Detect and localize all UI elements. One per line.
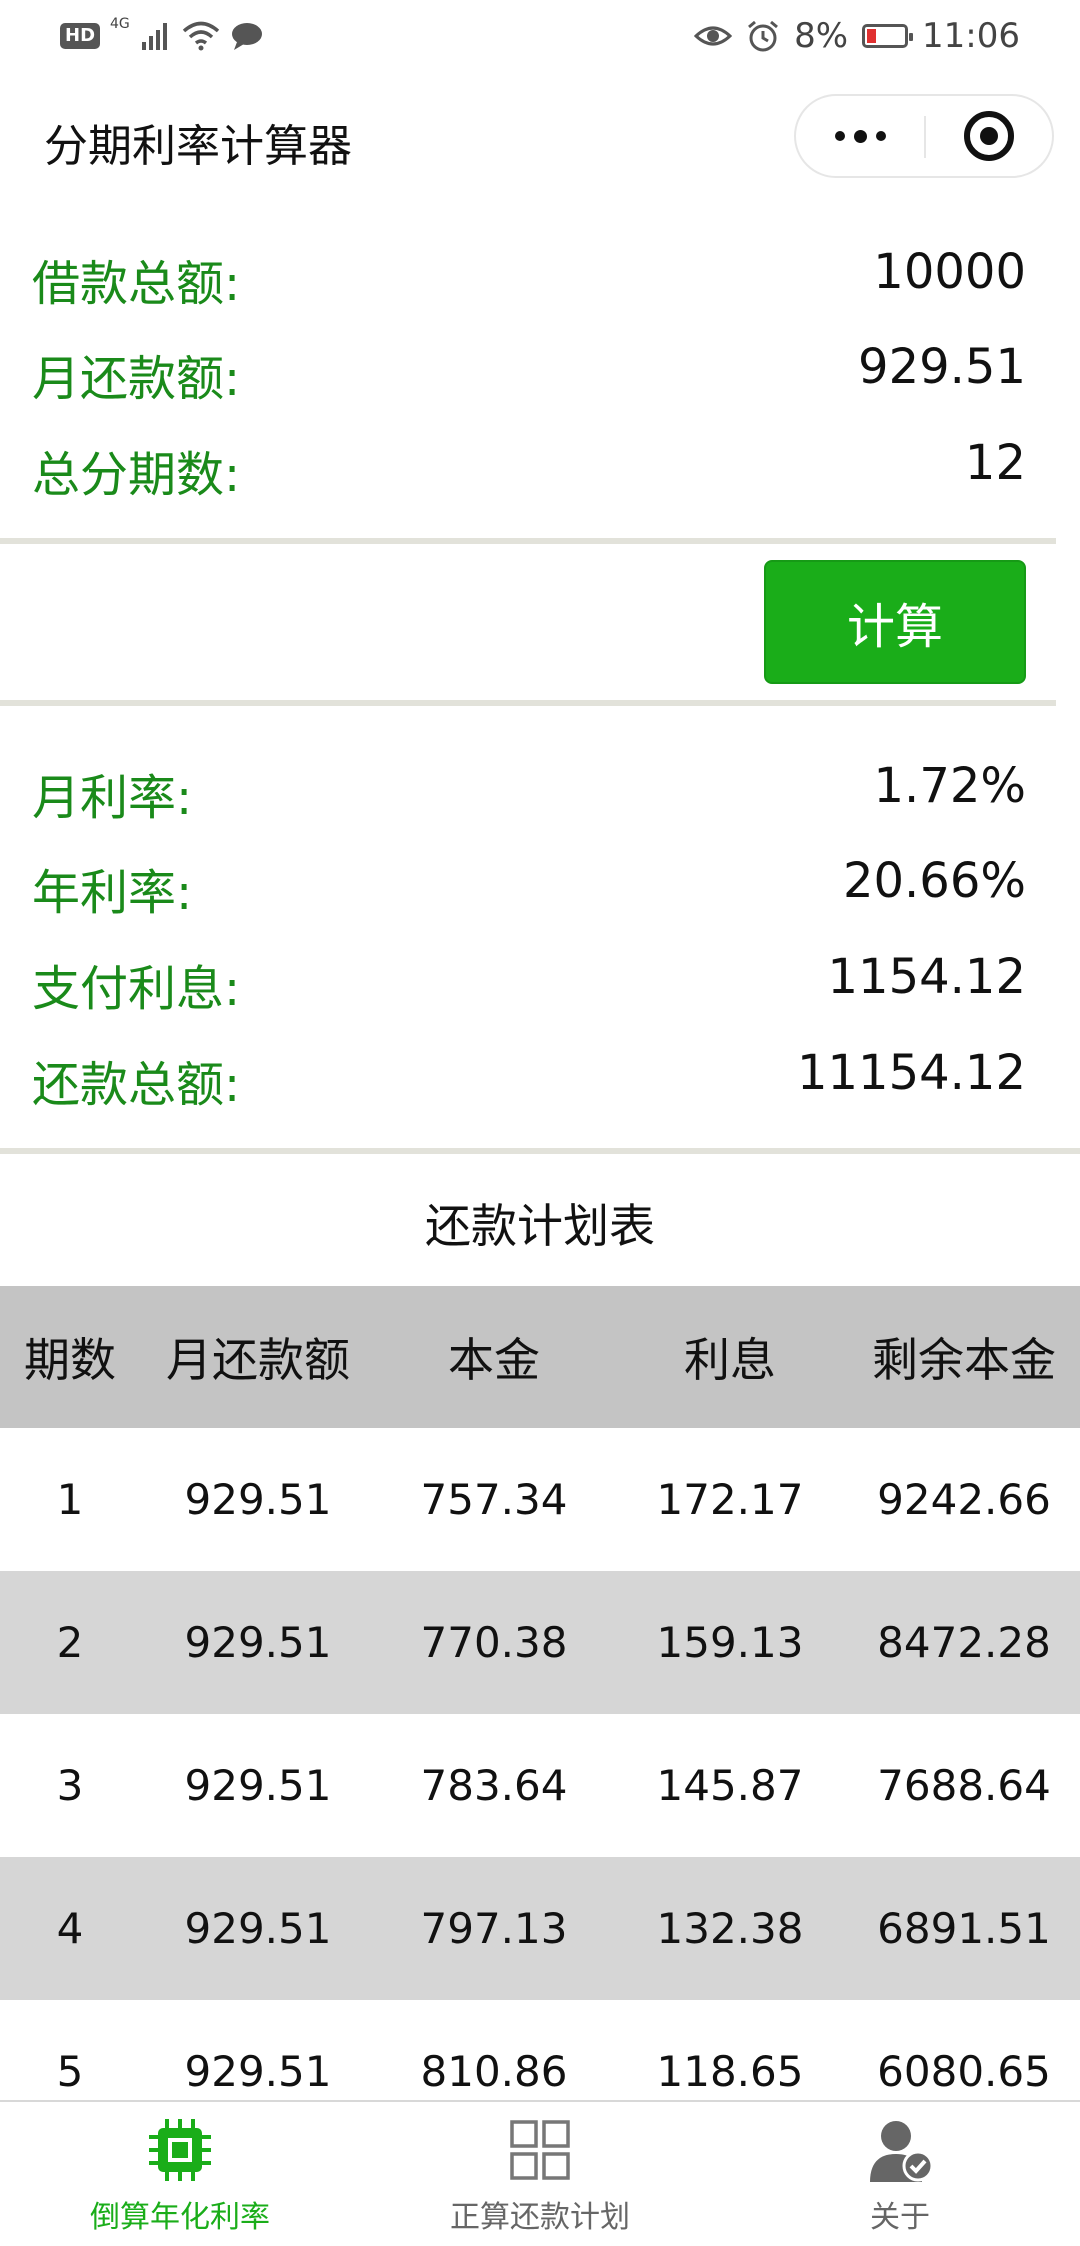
alarm-icon [748,20,779,52]
column-header-remaining-principal: 剩余本金 [872,1333,1056,1387]
hd-badge: HD [60,23,101,49]
table-cell: 929.51 [184,1475,332,1524]
calculate-button[interactable]: 计算 [764,560,1026,684]
column-header-monthly-payment: 月还款额 [166,1333,350,1387]
schedule-title: 还款计划表 [425,1199,655,1253]
annual-rate-row: 年利率: 20.66% [32,847,1026,921]
repay-total-row: 还款总额: 11154.12 [32,1039,1026,1113]
divider [0,1148,1080,1154]
status-left: HD 4G [60,14,264,58]
installments-input[interactable]: 12 [965,435,1026,491]
table-cell: 929.51 [184,1761,332,1810]
table-row: 3 929.51 783.64 145.87 7688.64 [0,1714,1080,1857]
battery-icon [862,24,914,48]
page-title: 分期利率计算器 [44,121,352,172]
column-header-period: 期数 [24,1333,116,1387]
grid-icon [510,2120,570,2180]
miniprogram-capsule [794,94,1054,178]
monthly-payment-row: 月还款额: 929.51 [32,333,1026,407]
tab-label: 倒算年化利率 [90,2200,270,2235]
battery-percent: 8% [794,16,849,56]
table-cell: 770.38 [420,1618,568,1667]
table-cell: 783.64 [420,1761,568,1810]
tab-about[interactable]: 关于 [720,2102,1080,2246]
interest-paid-row: 支付利息: 1154.12 [32,943,1027,1017]
table-cell: 1 [56,1475,84,1524]
repay-total-label: 还款总额: [32,1057,241,1113]
installments-row: 总分期数: 12 [32,429,1026,503]
table-cell: 9242.66 [877,1475,1051,1524]
clock-time: 11:06 [922,16,1020,56]
signal-icon [141,23,167,50]
monthly-payment-input[interactable]: 929.51 [858,339,1026,395]
tab-label: 关于 [870,2200,930,2235]
target-close-icon [964,111,1014,161]
repay-total-value: 11154.12 [796,1045,1026,1101]
column-header-principal: 本金 [448,1333,540,1387]
table-cell: 2 [56,1618,84,1667]
network-type-label: 4G [110,16,130,32]
table-row: 2 929.51 770.38 159.13 8472.28 [0,1571,1080,1714]
installments-label: 总分期数: [32,447,241,503]
status-bar: HD 4G 8% 11:06 [0,0,1080,72]
more-options-button[interactable] [796,96,924,176]
chip-icon [149,2119,211,2181]
title-bar: 分期利率计算器 [0,72,1080,202]
table-cell: 757.34 [420,1475,568,1524]
user-check-icon [870,2121,934,2182]
table-cell: 797.13 [420,1904,568,1953]
monthly-rate-row: 月利率: 1.72% [32,752,1026,826]
table-cell: 6891.51 [877,1904,1051,1953]
loan-total-row: 借款总额: 10000 [32,238,1026,312]
eye-icon [694,26,733,46]
loan-total-label: 借款总额: [32,256,241,312]
close-miniprogram-button[interactable] [926,96,1052,176]
monthly-rate-value: 1.72% [873,758,1026,814]
table-cell: 929.51 [184,1618,332,1667]
divider [0,538,1056,544]
table-cell: 172.17 [656,1475,804,1524]
table-cell: 132.38 [656,1904,804,1953]
table-cell: 145.87 [656,1761,804,1810]
tab-reverse-annual-rate[interactable]: 倒算年化利率 [0,2102,360,2246]
table-cell: 3 [56,1761,84,1810]
annual-rate-value: 20.66% [842,853,1026,909]
chat-bubble-icon [231,23,262,50]
monthly-rate-label: 月利率: [32,770,193,826]
table-cell: 159.13 [656,1618,804,1667]
tab-forward-repayment-plan[interactable]: 正算还款计划 [360,2102,720,2246]
interest-paid-label: 支付利息: [32,961,241,1017]
table-row: 1 929.51 757.34 172.17 9242.66 [0,1428,1080,1571]
table-cell: 8472.28 [877,1618,1051,1667]
table-cell: 7688.64 [877,1761,1051,1810]
interest-paid-value: 1154.12 [827,949,1027,1005]
monthly-payment-label: 月还款额: [32,351,241,407]
column-header-interest: 利息 [684,1333,776,1387]
status-right: 8% 11:06 [694,14,1020,58]
table-row: 4 929.51 797.13 132.38 6891.51 [0,1857,1080,2000]
annual-rate-label: 年利率: [32,865,193,921]
loan-total-input[interactable]: 10000 [873,244,1026,300]
table-cell: 929.51 [184,1904,332,1953]
wifi-icon [182,21,219,51]
table-cell: 4 [56,1904,84,1953]
bottom-tab-bar: 倒算年化利率 正算还款计划 关于 [0,2100,1080,2246]
divider [0,700,1056,706]
schedule-header: 期数 月还款额 本金 利息 剩余本金 [0,1286,1080,1428]
tab-label: 正算还款计划 [450,2200,630,2235]
